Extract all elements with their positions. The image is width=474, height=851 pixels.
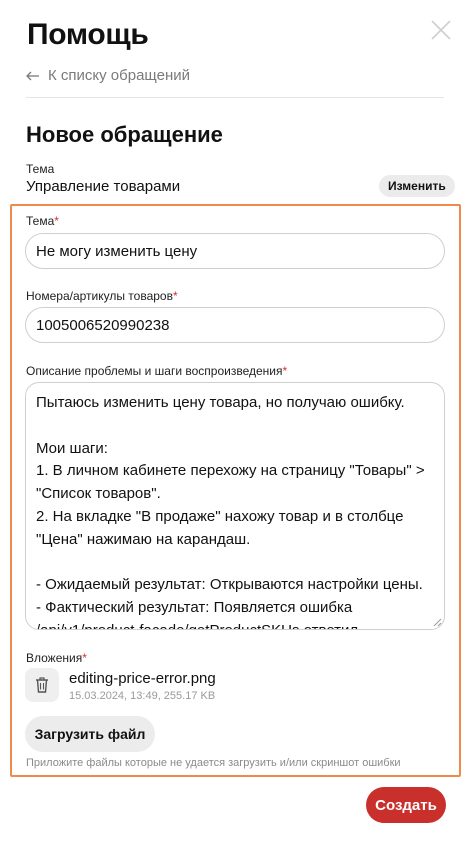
page-title: Помощь bbox=[27, 18, 149, 51]
articles-label: Номера/артикулы товаров* bbox=[26, 289, 178, 303]
topic-value: Управление товарами bbox=[26, 178, 181, 195]
required-mark: * bbox=[54, 214, 59, 228]
required-mark: * bbox=[282, 364, 288, 378]
close-icon bbox=[431, 20, 451, 40]
create-button[interactable]: Создать bbox=[366, 787, 446, 823]
attachments-label-text: Вложения bbox=[26, 651, 83, 665]
attachments-label: Вложения* bbox=[26, 651, 87, 665]
upload-file-button[interactable]: Загрузить файл bbox=[25, 716, 155, 752]
subject-label: Тема* bbox=[26, 214, 59, 228]
subject-input[interactable]: Не могу изменить цену bbox=[25, 233, 445, 269]
required-mark: * bbox=[82, 651, 87, 665]
subject-label-text: Тема bbox=[26, 214, 55, 228]
trash-icon bbox=[36, 677, 48, 693]
required-mark: * bbox=[172, 289, 178, 303]
arrow-left-icon bbox=[26, 71, 39, 80]
change-topic-button[interactable]: Изменить bbox=[379, 175, 455, 197]
topic-caption: Тема bbox=[26, 162, 55, 176]
description-label: Описание проблемы и шаги воспроизведения… bbox=[26, 364, 287, 378]
attachments-hint: Приложите файлы которые не удается загру… bbox=[26, 757, 401, 769]
attachment-file-name: editing-price-error.png bbox=[69, 670, 216, 687]
back-link-label: К списку обращений bbox=[48, 67, 190, 84]
description-label-text: Описание проблемы и шаги воспроизведения bbox=[26, 364, 283, 378]
description-textarea[interactable]: Пытаюсь изменить цену товара, но получаю… bbox=[25, 382, 445, 630]
header-divider bbox=[26, 97, 444, 98]
attachment-file-meta: 15.03.2024, 13:49, 255.17 KB bbox=[69, 690, 216, 702]
close-button[interactable] bbox=[430, 19, 452, 41]
form-title: Новое обращение bbox=[26, 122, 223, 147]
back-link[interactable]: К списку обращений bbox=[26, 67, 190, 84]
resize-handle-icon[interactable] bbox=[432, 617, 442, 627]
delete-file-button[interactable] bbox=[25, 668, 59, 702]
articles-label-text: Номера/артикулы товаров bbox=[26, 289, 173, 303]
articles-input[interactable]: 1005006520990238 bbox=[25, 307, 445, 343]
